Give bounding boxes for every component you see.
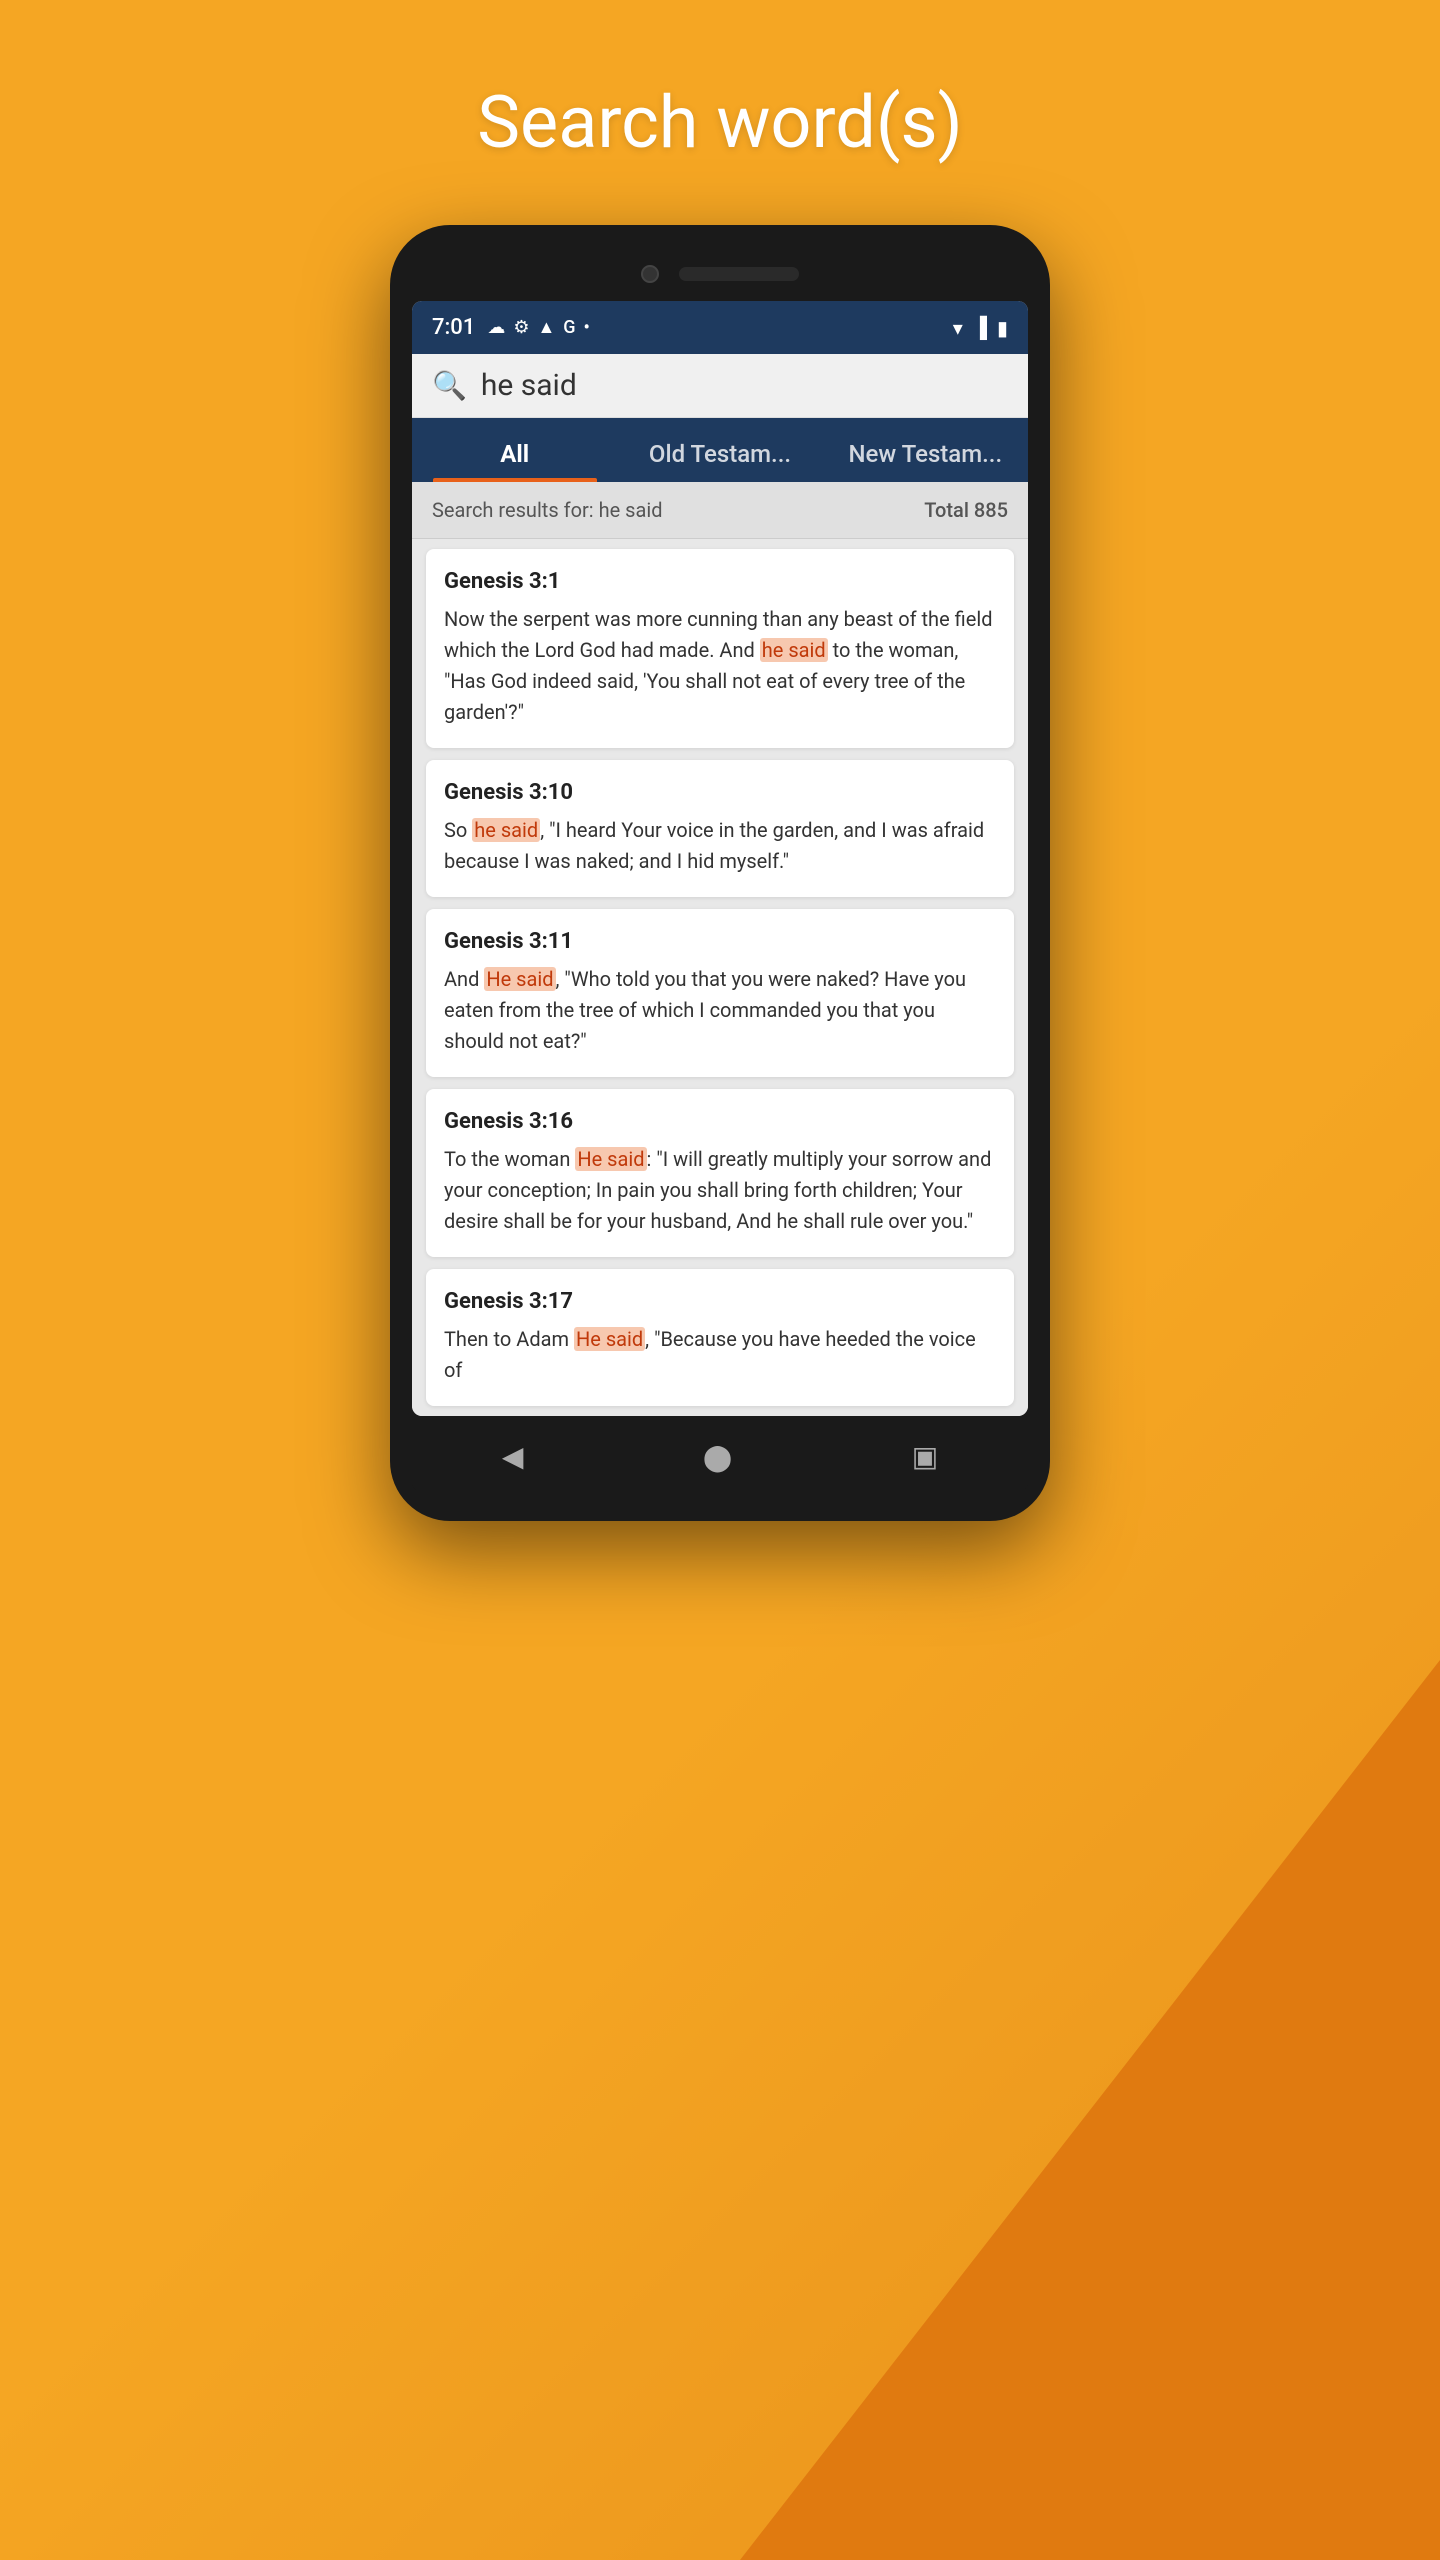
tab-old-testament[interactable]: Old Testam... (617, 418, 822, 482)
phone-bottom-nav (412, 1416, 1028, 1491)
result-text: Now the serpent was more cunning than an… (444, 604, 996, 728)
nav-home-button[interactable] (683, 1432, 752, 1481)
phone-frame: 7:01 ☁ ⚙ ▲ G • ▾ ▐ ▮ 🔍 he said (390, 225, 1050, 1521)
result-card-genesis-3-10[interactable]: Genesis 3:10 So he said, "I heard Your v… (426, 760, 1014, 897)
nav-recent-button[interactable] (892, 1432, 958, 1481)
phone-camera (641, 265, 659, 283)
result-text: So he said, "I heard Your voice in the g… (444, 815, 996, 877)
phone-screen: 7:01 ☁ ⚙ ▲ G • ▾ ▐ ▮ 🔍 he said (412, 301, 1028, 1416)
tab-new-testament[interactable]: New Testam... (823, 418, 1028, 482)
result-reference: Genesis 3:16 (444, 1109, 996, 1134)
result-card-genesis-3-11[interactable]: Genesis 3:11 And He said, "Who told you … (426, 909, 1014, 1077)
highlight: He said (574, 1327, 645, 1351)
result-text: Then to Adam He said, "Because you have … (444, 1324, 996, 1386)
text-before: Then to Adam (444, 1327, 574, 1351)
phone-top-bar (412, 255, 1028, 301)
results-header: Search results for: he said Total 885 (412, 482, 1028, 539)
gear-icon: ⚙ (513, 317, 529, 338)
result-text: And He said, "Who told you that you were… (444, 964, 996, 1057)
tabs-bar: All Old Testam... New Testam... (412, 418, 1028, 482)
wifi-icon: ▾ (953, 316, 963, 340)
signal-icon: ▐ (973, 315, 987, 340)
search-bar[interactable]: 🔍 he said (412, 354, 1028, 418)
results-total: Total 885 (924, 498, 1008, 522)
result-card-genesis-3-16[interactable]: Genesis 3:16 To the woman He said: "I wi… (426, 1089, 1014, 1257)
result-card-genesis-3-17[interactable]: Genesis 3:17 Then to Adam He said, "Beca… (426, 1269, 1014, 1406)
status-left: 7:01 ☁ ⚙ ▲ G • (432, 315, 590, 340)
results-search-label: Search results for: he said (432, 498, 663, 522)
result-reference: Genesis 3:17 (444, 1289, 996, 1314)
text-before: So (444, 818, 472, 842)
battery-icon: ▮ (997, 316, 1008, 340)
highlight: he said (472, 818, 540, 842)
dot-icon: • (584, 317, 590, 338)
page-title: Search word(s) (477, 80, 962, 165)
highlight: He said (575, 1147, 646, 1171)
results-list: Genesis 3:1 Now the serpent was more cun… (412, 539, 1028, 1416)
status-right: ▾ ▐ ▮ (953, 315, 1008, 340)
status-bar: 7:01 ☁ ⚙ ▲ G • ▾ ▐ ▮ (412, 301, 1028, 354)
result-text: To the woman He said: "I will greatly mu… (444, 1144, 996, 1237)
highlight: he said (760, 638, 828, 662)
cloud-icon: ☁ (487, 317, 505, 338)
status-time: 7:01 (432, 315, 475, 340)
highlight: He said (484, 967, 555, 991)
result-card-genesis-3-1[interactable]: Genesis 3:1 Now the serpent was more cun… (426, 549, 1014, 748)
tab-all[interactable]: All (412, 418, 617, 482)
search-icon: 🔍 (432, 369, 467, 402)
text-before: To the woman (444, 1147, 575, 1171)
alert-icon: ▲ (537, 317, 555, 338)
google-icon: G (563, 317, 575, 338)
result-reference: Genesis 3:11 (444, 929, 996, 954)
result-reference: Genesis 3:1 (444, 569, 996, 594)
text-before: And (444, 967, 484, 991)
search-query[interactable]: he said (481, 368, 1008, 403)
result-reference: Genesis 3:10 (444, 780, 996, 805)
status-icons: ☁ ⚙ ▲ G • (487, 317, 590, 338)
phone-speaker (679, 267, 799, 281)
nav-back-button[interactable] (482, 1432, 544, 1481)
